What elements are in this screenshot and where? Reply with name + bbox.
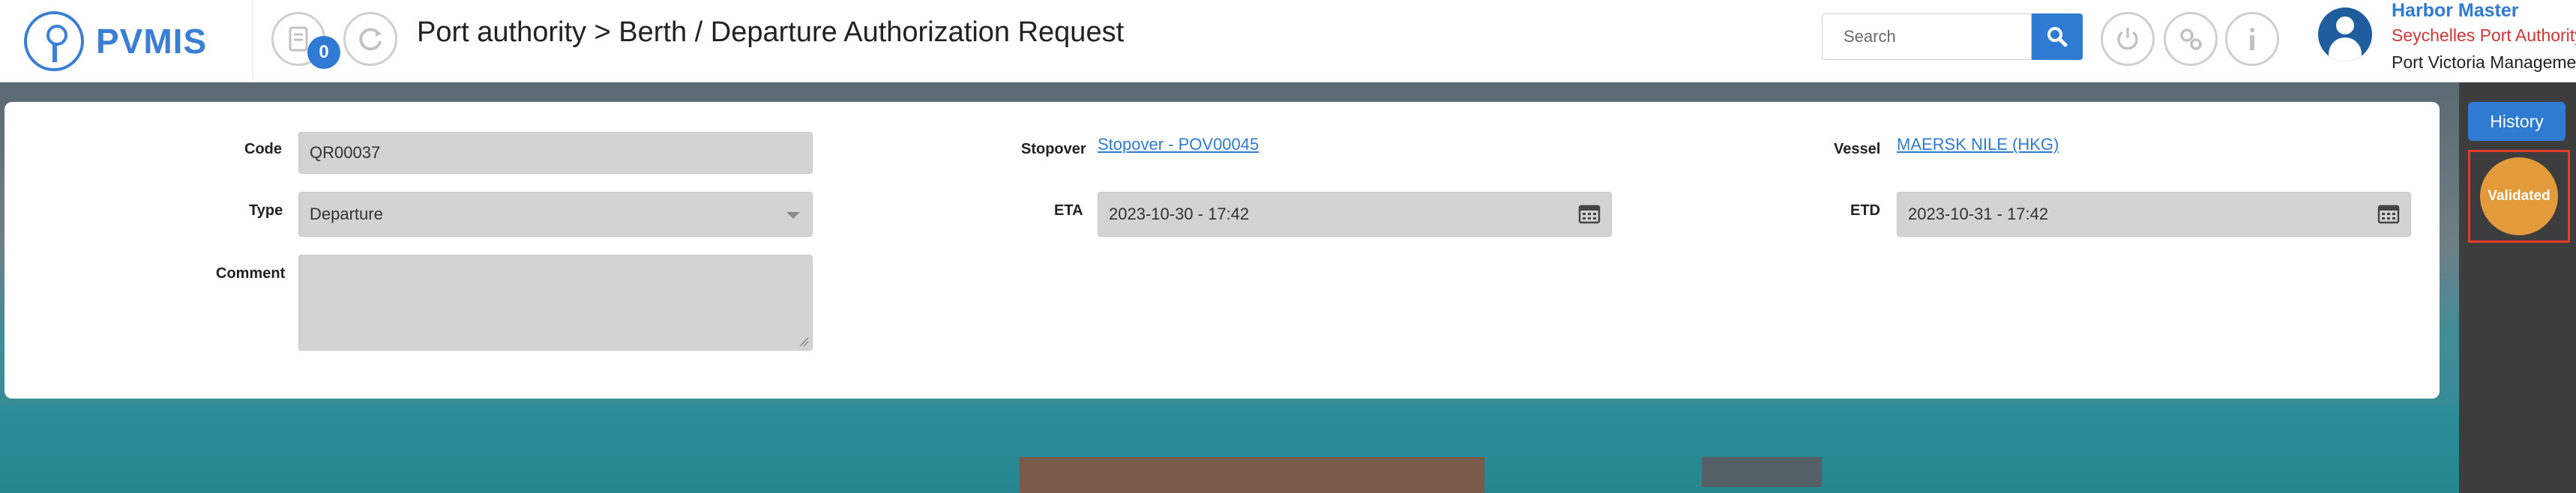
vessel-link[interactable]: MAERSK NILE (HKG) bbox=[1897, 135, 2059, 154]
document-icon bbox=[289, 26, 308, 52]
type-select-value: Departure bbox=[310, 205, 383, 223]
eta-date-field[interactable]: 2023-10-30 - 17:42 bbox=[1098, 192, 1612, 237]
stopover-link[interactable]: Stopover - POV00045 bbox=[1098, 135, 1259, 154]
etd-date-field[interactable]: 2023-10-31 - 17:42 bbox=[1897, 192, 2411, 237]
status-highlight-box: Validated bbox=[2468, 150, 2570, 243]
header-divider bbox=[252, 0, 253, 82]
info-icon bbox=[2250, 28, 2254, 50]
comment-textarea[interactable] bbox=[298, 255, 813, 351]
background-small-ship bbox=[1702, 457, 1822, 487]
user-organization: Seychelles Port Authority bbox=[2392, 25, 2576, 45]
user-port: Port Victoria Management bbox=[2392, 52, 2576, 72]
background-cargo-ship bbox=[1020, 457, 1484, 493]
refresh-icon bbox=[359, 28, 382, 51]
app-logo-text: PVMIS bbox=[96, 22, 208, 61]
avatar-body bbox=[2329, 37, 2362, 61]
history-button[interactable]: History bbox=[2468, 102, 2566, 141]
code-label: Code bbox=[244, 141, 282, 157]
app-logo[interactable]: PVMIS bbox=[24, 7, 207, 75]
info-button[interactable] bbox=[2225, 12, 2279, 66]
right-side-rail bbox=[2459, 82, 2576, 493]
search-input[interactable] bbox=[1822, 13, 2032, 60]
power-icon bbox=[2117, 28, 2138, 50]
calendar-icon[interactable] bbox=[2377, 203, 2400, 224]
etd-label: ETD bbox=[1850, 202, 1880, 219]
settings-button[interactable] bbox=[2164, 12, 2218, 66]
eta-label: ETA bbox=[1054, 202, 1083, 219]
avatar-head bbox=[2336, 16, 2354, 34]
user-avatar[interactable] bbox=[2318, 7, 2372, 61]
eta-value: 2023-10-30 - 17:42 bbox=[1109, 205, 1250, 223]
vessel-label: Vessel bbox=[1834, 141, 1881, 157]
gears-icon bbox=[2180, 28, 2202, 50]
type-select[interactable]: Departure bbox=[298, 192, 813, 237]
chevron-down-icon bbox=[786, 212, 800, 219]
anchor-logo-icon bbox=[24, 11, 84, 71]
top-header: PVMIS 0 Port authority > Berth / Departu… bbox=[0, 0, 2576, 82]
code-field[interactable]: QR00037 bbox=[298, 132, 813, 174]
stopover-label: Stopover bbox=[1021, 141, 1086, 157]
user-name[interactable]: Harbor Master bbox=[2392, 0, 2519, 22]
resize-grip-icon bbox=[799, 337, 809, 347]
comment-label: Comment bbox=[216, 265, 286, 282]
calendar-icon[interactable] bbox=[1578, 203, 1601, 224]
search-button[interactable] bbox=[2032, 13, 2083, 60]
page-title-breadcrumb: Port authority > Berth / Departure Autho… bbox=[417, 16, 1125, 48]
search-icon bbox=[2047, 27, 2068, 47]
authorization-form-card: Code QR00037 Type Departure Comment Stop… bbox=[4, 102, 2440, 399]
refresh-button[interactable] bbox=[343, 12, 397, 66]
notification-count-badge: 0 bbox=[307, 36, 340, 69]
etd-value: 2023-10-31 - 17:42 bbox=[1908, 205, 2049, 223]
type-label: Type bbox=[249, 202, 283, 219]
logout-button[interactable] bbox=[2101, 12, 2155, 66]
status-badge: Validated bbox=[2480, 157, 2558, 235]
